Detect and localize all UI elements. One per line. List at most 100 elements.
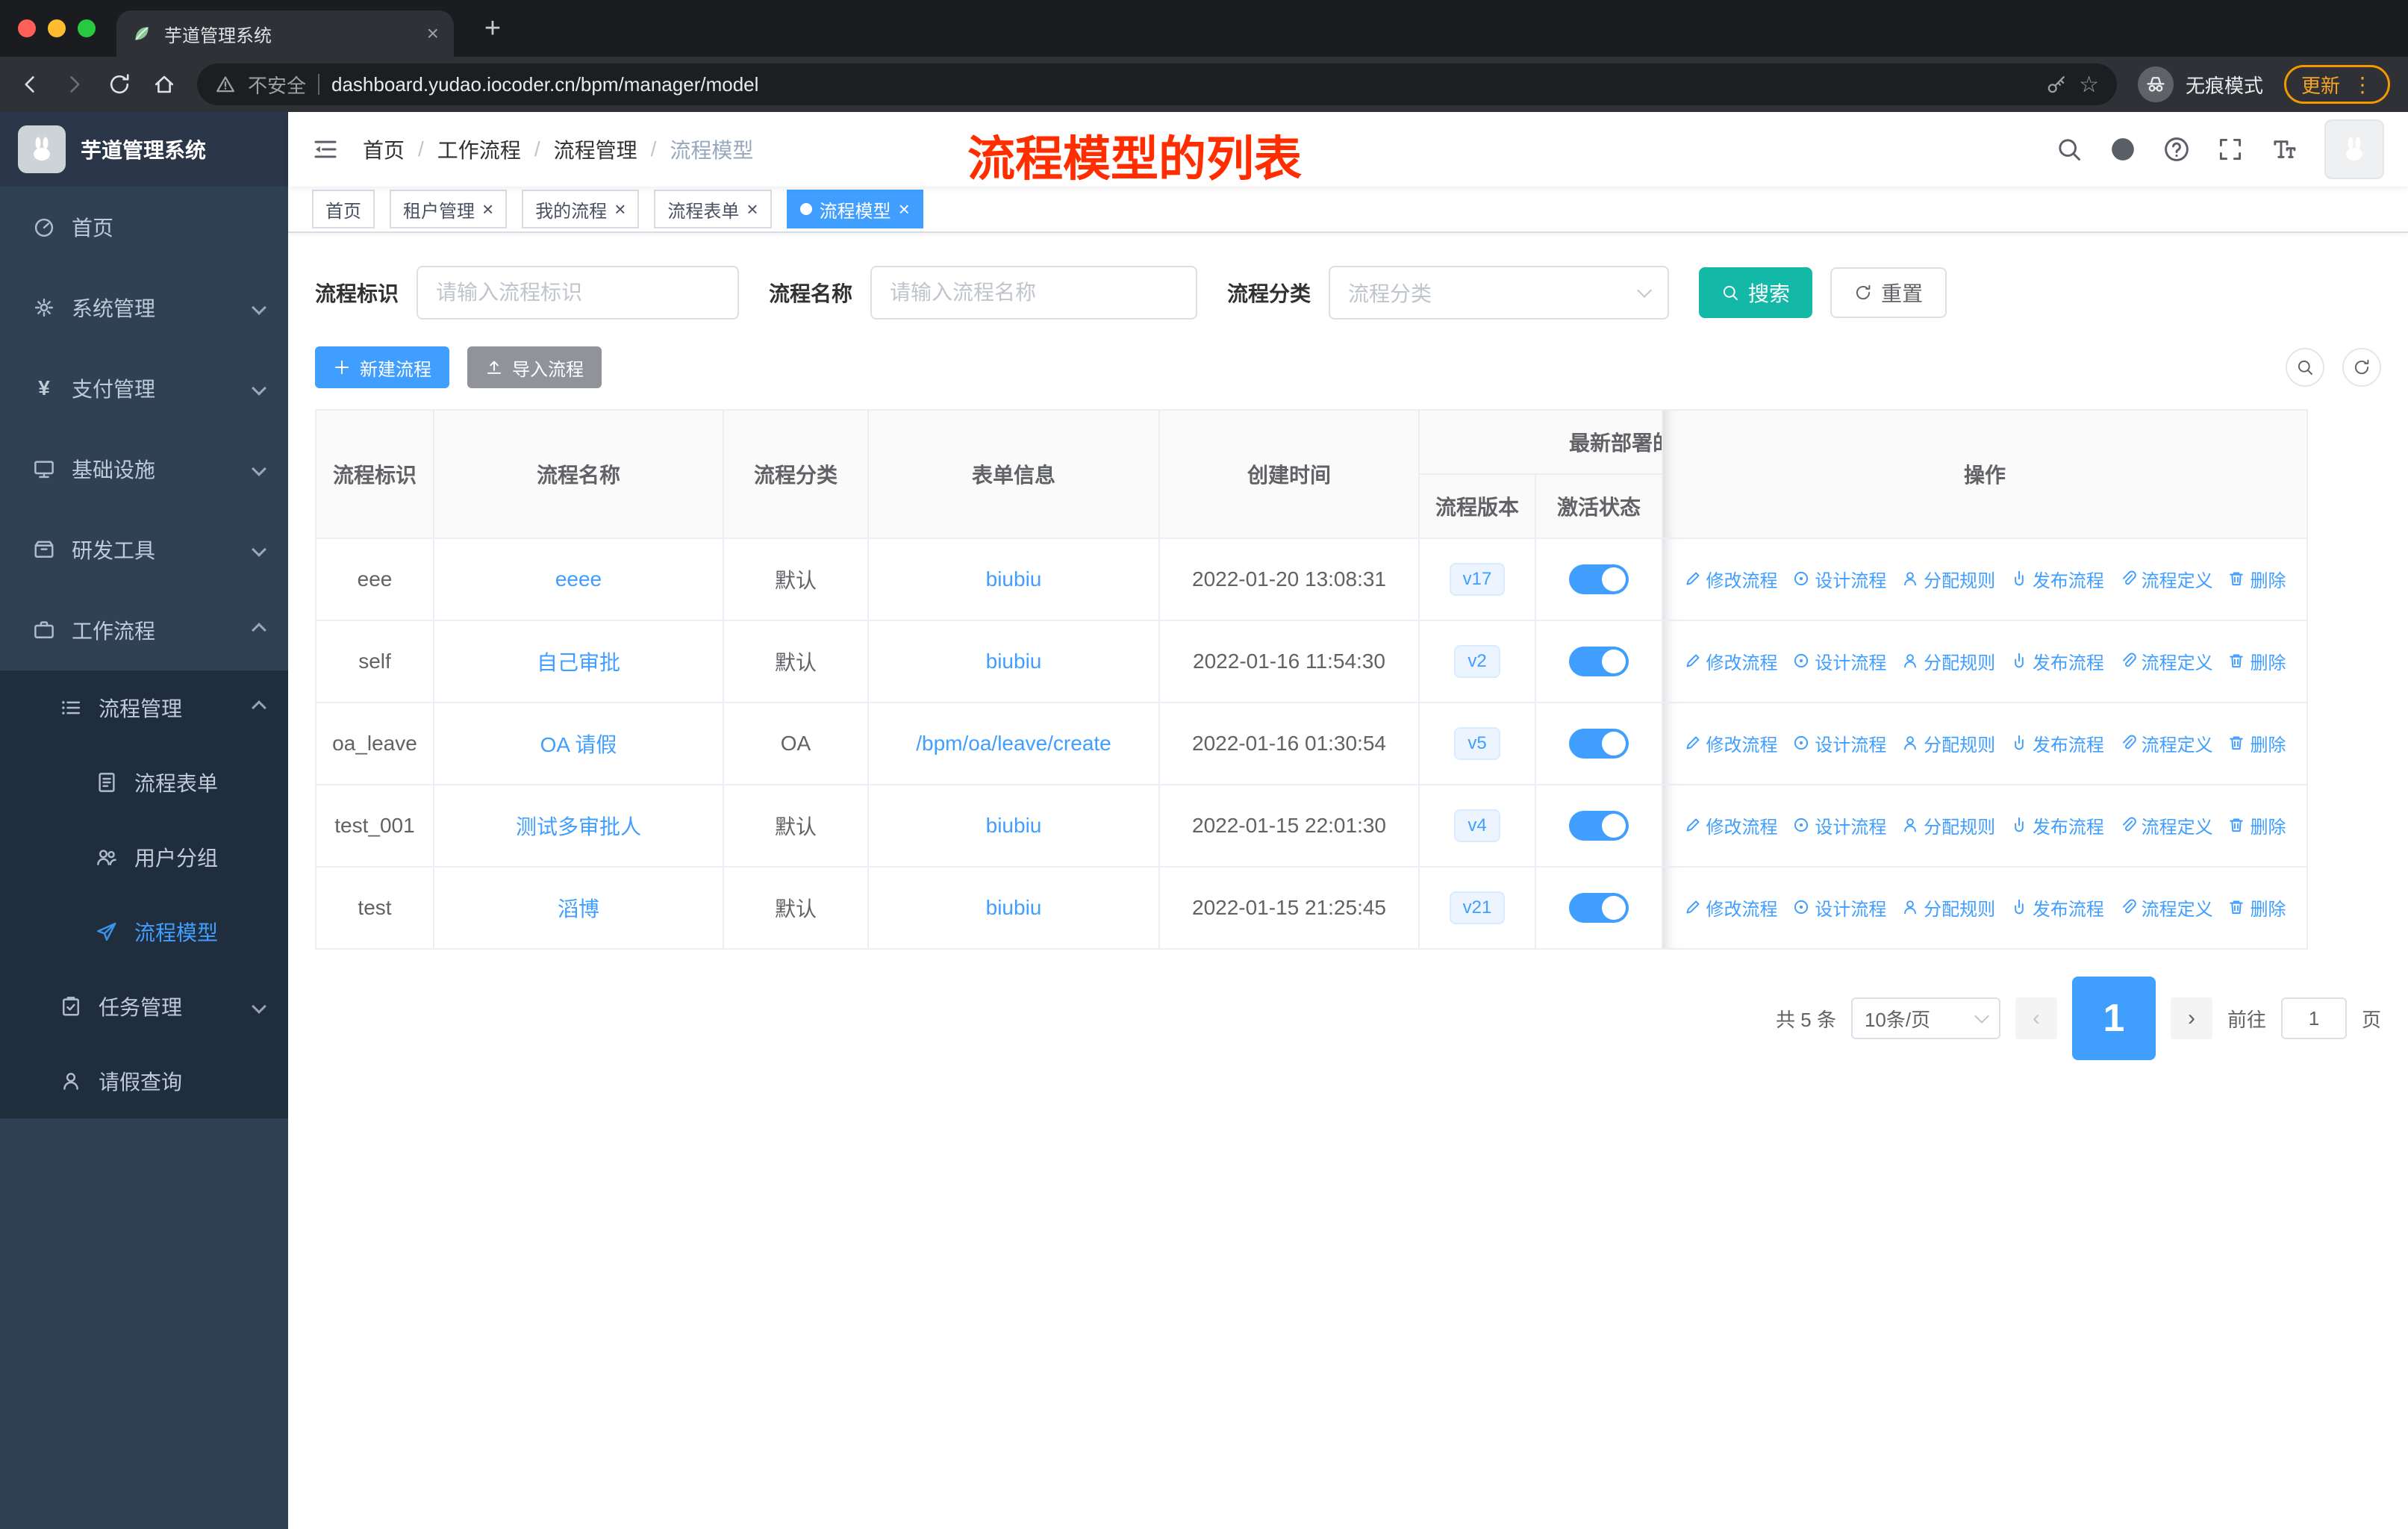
tag-close-icon[interactable]: ×: [899, 199, 910, 219]
url-text[interactable]: dashboard.yudao.iocoder.cn/bpm/manager/m…: [331, 73, 2034, 96]
tab-close-icon[interactable]: ×: [427, 23, 439, 44]
window-zoom-button[interactable]: [78, 19, 96, 37]
process-id-input[interactable]: [417, 266, 740, 320]
action-edit-process[interactable]: 修改流程: [1684, 730, 1778, 756]
action-publish-process[interactable]: 发布流程: [2010, 894, 2104, 921]
sidebar-item-process-model[interactable]: 流程模型: [0, 894, 288, 969]
new-tab-button plus-icon[interactable]: +: [475, 10, 511, 46]
url-bar[interactable]: 不安全 dashboard.yudao.iocoder.cn/bpm/manag…: [197, 63, 2117, 105]
action-edit-process[interactable]: 修改流程: [1684, 812, 1778, 838]
tag-close-icon[interactable]: ×: [482, 199, 493, 219]
action-delete[interactable]: 删除: [2227, 648, 2286, 674]
active-toggle[interactable]: [1569, 893, 1629, 923]
action-delete[interactable]: 删除: [2227, 730, 2286, 756]
refresh-table-button refresh-icon[interactable]: [2342, 348, 2381, 387]
browser-update-button[interactable]: 更新 ⋮: [2283, 65, 2390, 104]
action-design-process[interactable]: 设计流程: [1792, 566, 1886, 592]
tag-tenant-management[interactable]: 租户管理 ×: [390, 190, 508, 228]
form-info-link[interactable]: /bpm/oa/leave/create: [916, 732, 1111, 755]
sidebar-item-process-management[interactable]: 流程管理: [0, 670, 288, 745]
breadcrumb-item[interactable]: 工作流程: [437, 134, 521, 164]
action-assign-rules[interactable]: 分配规则: [1901, 648, 1995, 674]
password-key-icon[interactable]: [2046, 74, 2067, 95]
action-process-definition[interactable]: 流程定义: [2119, 812, 2213, 838]
reset-button[interactable]: 重置: [1830, 267, 1947, 318]
action-assign-rules[interactable]: 分配规则: [1901, 566, 1995, 592]
form-info-link[interactable]: biubiu: [986, 814, 1042, 837]
action-assign-rules[interactable]: 分配规则: [1901, 894, 1995, 921]
page-number-button[interactable]: 1: [2071, 977, 2156, 1060]
create-process-button[interactable]: 新建流程: [315, 346, 449, 388]
action-process-definition[interactable]: 流程定义: [2119, 648, 2213, 674]
breadcrumb-item[interactable]: 流程管理: [554, 134, 637, 164]
reload-button reload-icon[interactable]: [107, 72, 131, 96]
active-toggle[interactable]: [1569, 647, 1629, 676]
help-icon[interactable]: [2163, 136, 2190, 163]
tag-my-processes[interactable]: 我的流程 ×: [522, 190, 640, 228]
sidebar-item-home[interactable]: 首页: [0, 187, 288, 267]
sidebar-item-task-management[interactable]: 任务管理: [0, 969, 288, 1044]
browser-tab[interactable]: 芋道管理系统 ×: [116, 10, 454, 57]
action-publish-process[interactable]: 发布流程: [2010, 730, 2104, 756]
form-info-link[interactable]: biubiu: [986, 650, 1042, 673]
home-button home-icon[interactable]: [152, 72, 176, 96]
sidebar-item-process-form[interactable]: 流程表单: [0, 745, 288, 820]
tag-process-form[interactable]: 流程表单 ×: [654, 190, 772, 228]
sidebar-item-leave-query[interactable]: 请假查询: [0, 1044, 288, 1118]
action-edit-process[interactable]: 修改流程: [1684, 894, 1778, 921]
sidebar-item-workflow[interactable]: 工作流程: [0, 590, 288, 670]
form-info-link[interactable]: biubiu: [986, 896, 1042, 919]
sidebar-item-infrastructure[interactable]: 基础设施: [0, 429, 288, 509]
process-name-link[interactable]: 测试多审批人: [516, 815, 641, 838]
fullscreen-icon[interactable]: [2217, 136, 2244, 163]
process-name-link[interactable]: OA 请假: [540, 733, 617, 756]
font-size-icon[interactable]: [2271, 136, 2298, 163]
import-process-button[interactable]: 导入流程: [467, 346, 602, 388]
sidebar-toggle-button hamburger-icon[interactable]: [288, 112, 363, 187]
process-name-link[interactable]: 滔博: [558, 897, 599, 921]
page-size-select[interactable]: 10条/页: [1850, 997, 2000, 1039]
sidebar-item-system-management[interactable]: 系统管理: [0, 267, 288, 348]
tag-close-icon[interactable]: ×: [746, 199, 758, 219]
tag-home[interactable]: 首页: [312, 190, 375, 228]
bookmark-star-icon[interactable]: ☆: [2079, 72, 2099, 98]
breadcrumb-item[interactable]: 首页: [363, 134, 405, 164]
active-toggle[interactable]: [1569, 811, 1629, 841]
window-minimize-button[interactable]: [48, 19, 66, 37]
action-assign-rules[interactable]: 分配规则: [1901, 812, 1995, 838]
action-design-process[interactable]: 设计流程: [1792, 730, 1886, 756]
search-icon[interactable]: [2056, 136, 2083, 163]
action-process-definition[interactable]: 流程定义: [2119, 730, 2213, 756]
action-assign-rules[interactable]: 分配规则: [1901, 730, 1995, 756]
security-label[interactable]: 不安全: [248, 71, 306, 99]
user-avatar[interactable]: [2324, 119, 2384, 179]
sidebar-item-payment-management[interactable]: ¥ 支付管理: [0, 348, 288, 429]
back-button back-icon[interactable]: [18, 72, 42, 96]
active-toggle[interactable]: [1569, 564, 1629, 594]
browser-menu-kebab-icon[interactable]: ⋮: [2352, 72, 2373, 97]
process-category-select[interactable]: 流程分类: [1329, 266, 1670, 320]
action-delete[interactable]: 删除: [2227, 812, 2286, 838]
toggle-search-button search-icon[interactable]: [2286, 348, 2324, 387]
next-page-button chevron-right-icon[interactable]: ›: [2170, 997, 2212, 1039]
action-publish-process[interactable]: 发布流程: [2010, 566, 2104, 592]
action-publish-process[interactable]: 发布流程: [2010, 648, 2104, 674]
action-publish-process[interactable]: 发布流程: [2010, 812, 2104, 838]
window-close-button[interactable]: [18, 19, 36, 37]
action-design-process[interactable]: 设计流程: [1792, 648, 1886, 674]
process-name-input[interactable]: [870, 266, 1198, 320]
github-icon[interactable]: [2109, 136, 2136, 163]
action-delete[interactable]: 删除: [2227, 894, 2286, 921]
prev-page-button chevron-left-icon[interactable]: ‹: [2015, 997, 2057, 1039]
action-edit-process[interactable]: 修改流程: [1684, 648, 1778, 674]
process-name-link[interactable]: 自己审批: [537, 651, 620, 674]
action-delete[interactable]: 删除: [2227, 566, 2286, 592]
search-button[interactable]: 搜索: [1699, 267, 1813, 318]
goto-page-input[interactable]: [2280, 997, 2347, 1039]
action-process-definition[interactable]: 流程定义: [2119, 894, 2213, 921]
action-design-process[interactable]: 设计流程: [1792, 812, 1886, 838]
sidebar-item-user-group[interactable]: 用户分组: [0, 820, 288, 894]
form-info-link[interactable]: biubiu: [986, 567, 1042, 591]
forward-button forward-icon[interactable]: [63, 72, 87, 96]
action-process-definition[interactable]: 流程定义: [2119, 566, 2213, 592]
